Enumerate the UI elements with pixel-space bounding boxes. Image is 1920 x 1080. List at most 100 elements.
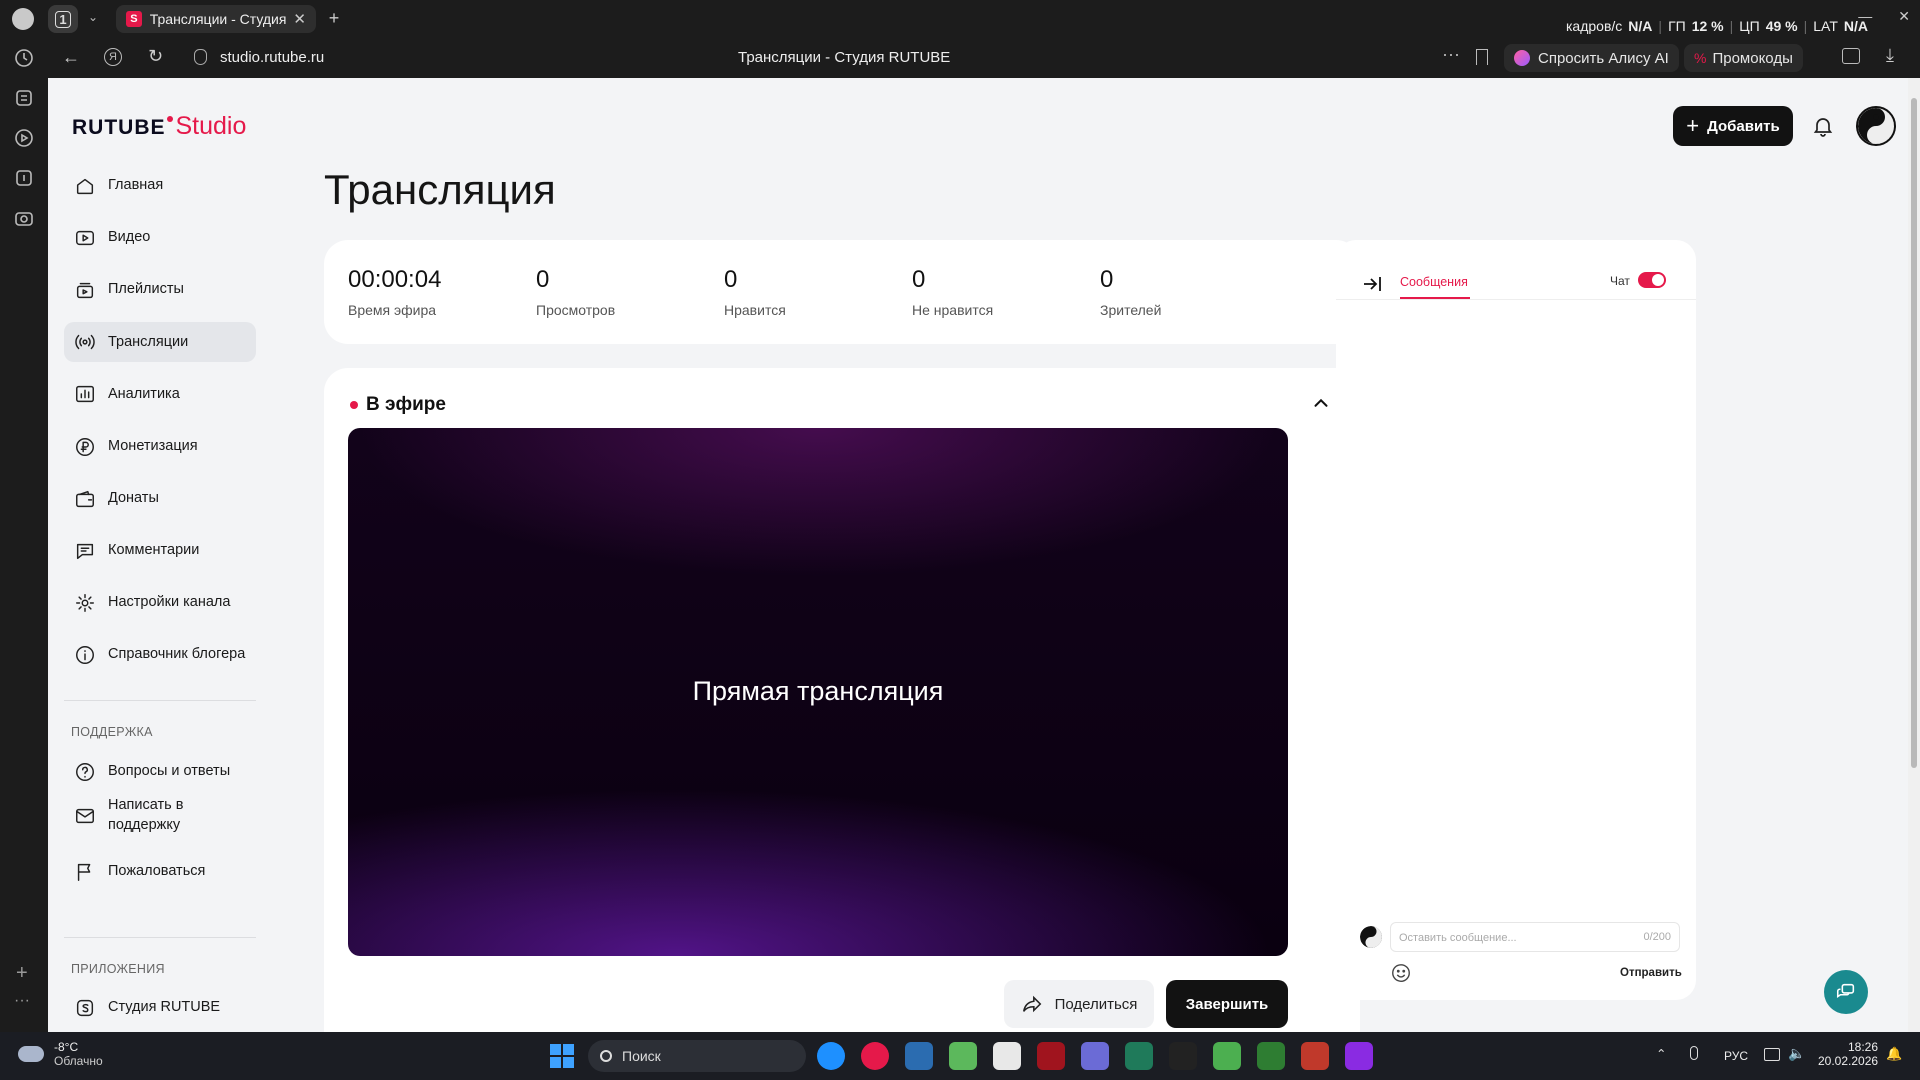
avatar[interactable] [1856,106,1896,146]
sidebar-item-analytics[interactable]: Аналитика [64,374,256,414]
app-wolf-icon[interactable] [1081,1042,1109,1070]
file-explorer-icon[interactable] [905,1042,933,1070]
info-icon [76,645,94,664]
sidebar-item-label: Трансляции [108,333,189,350]
camera-icon[interactable] [12,206,36,230]
minimize-icon[interactable]: — [1858,8,1872,30]
alice-button[interactable]: Спросить Алису AI [1504,44,1679,72]
network-icon[interactable] [1764,1048,1780,1061]
sidebar-item-question[interactable]: Вопросы и ответы [64,752,256,792]
sidebar-item-gear[interactable]: Настройки канала [64,583,256,623]
sidebar-item-label: Видео [108,229,151,246]
sidebar-item-home[interactable]: Главная [64,166,256,206]
close-tab-icon[interactable]: ✕ [293,10,306,28]
add-panel-icon[interactable]: + [16,962,28,985]
percent-icon: % [1694,50,1707,66]
tray-chevron-icon[interactable]: ⌃ [1656,1046,1666,1061]
app-ghost-icon[interactable] [993,1042,1021,1070]
scrollbar-thumb[interactable] [1911,98,1917,768]
window-controls: — ✕ [1800,8,1910,30]
minecraft-icon[interactable] [1213,1042,1241,1070]
sidebar-item-studio-app[interactable]: Студия RUTUBE [64,988,256,1028]
close-window-icon[interactable]: ✕ [1898,8,1910,30]
sidebar-item-label: Пожаловаться [108,863,206,880]
promo-button[interactable]: % Промокоды [1684,44,1803,72]
sidebar-item-label: Главная [108,177,164,194]
browser-profile-icon[interactable] [12,8,34,30]
lang-indicator[interactable]: РУС [1724,1049,1748,1063]
collections-icon[interactable] [1842,48,1860,64]
history-icon[interactable] [12,46,36,70]
support-chat-fab[interactable] [1824,970,1868,1014]
studio-app-icon [76,999,94,1017]
page-scrollbar[interactable] [1908,78,1920,1032]
collapse-panel-icon[interactable] [1360,272,1384,296]
bell-icon[interactable] [1811,114,1835,138]
taskbar-search[interactable]: Поиск [588,1040,806,1072]
tab-count: 1 [55,10,71,28]
stat-1: 0 Просмотров [536,266,615,318]
chat-bubbles-icon [1836,983,1855,999]
edge-icon[interactable] [817,1042,845,1070]
player-icon[interactable] [12,126,36,150]
reload-icon[interactable]: ↻ [148,46,163,67]
chat-input-placeholder: Оставить сообщение... [1399,932,1517,944]
finish-button[interactable]: Завершить [1166,980,1288,1028]
messages-tab[interactable]: Сообщения [1400,275,1468,289]
collapse-chevron-up-icon[interactable] [1310,392,1332,414]
active-tab[interactable]: S Трансляции - Студия R ✕ [116,5,316,33]
sidebar-item-broadcast[interactable]: Трансляции [64,322,256,363]
broadcast-icon [75,335,95,350]
live-card: В эфире Прямая трансляция Поделиться Зав… [324,368,1360,1032]
app-green-icon[interactable] [949,1042,977,1070]
tab-counter[interactable]: 1 [48,5,78,33]
sidebar-item-ruble[interactable]: Монетизация [64,427,256,467]
start-button[interactable] [550,1044,574,1068]
mail-icon [76,808,94,824]
site-security-icon[interactable] [194,49,207,65]
sidebar-item-mail[interactable]: Написать в поддержку [64,792,256,840]
mic-icon[interactable] [1690,1046,1698,1060]
panel-more-icon[interactable]: ··· [14,992,30,1010]
weather-widget[interactable]: -8°C Облачно [18,1040,103,1068]
back-icon[interactable]: ← [62,47,80,68]
bookmark-icon[interactable] [1476,49,1488,65]
clock[interactable]: 18:26 20.02.2026 [1818,1040,1878,1068]
stat-label: Просмотров [536,302,616,318]
volume-icon[interactable]: 🔈 [1788,1045,1805,1062]
new-tab-icon[interactable]: + [322,7,346,31]
app-red-icon[interactable] [1037,1042,1065,1070]
downloads-icon[interactable]: ⤓ [1886,45,1894,66]
sidebar-item-wallet[interactable]: Донаты [64,479,256,519]
sidebar-item-playlist[interactable]: Плейлисты [64,270,256,310]
more-icon[interactable]: ··· [1442,44,1460,65]
address-url[interactable]: studio.rutube.ru [220,49,324,66]
app-steam-icon[interactable] [1345,1042,1373,1070]
tabs-dropdown-icon[interactable]: ⌄ [88,10,98,24]
app-block-icon[interactable] [1257,1042,1285,1070]
chat-input[interactable]: Оставить сообщение... 0/200 [1390,922,1680,952]
add-button[interactable]: + Добавить [1673,106,1793,146]
yandex-shield-icon[interactable]: Я [104,48,122,66]
live-label: В эфире [366,394,446,415]
sidebar-item-info[interactable]: Справочник блогера [64,635,256,675]
sidebar-item-flag[interactable]: Пожаловаться [64,852,256,892]
notes-icon[interactable] [12,86,36,110]
app-skull-icon[interactable] [1301,1042,1329,1070]
app-dark-icon[interactable] [1125,1042,1153,1070]
video-player[interactable]: Прямая трансляция [348,428,1288,956]
chat-toggle[interactable] [1638,272,1666,288]
rutube-studio-page: RUTUBE Studio + Добавить ПОДДЕРЖКА ПРИЛО… [48,78,1908,1032]
yandex-browser-icon[interactable] [861,1042,889,1070]
share-button[interactable]: Поделиться [1004,980,1154,1028]
sidebar-item-label: Аналитика [108,385,180,402]
sidebar-item-comment[interactable]: Комментарии [64,531,256,571]
stat-2: 0 Нравится [724,266,786,318]
tab-one-icon[interactable] [12,166,36,190]
send-button[interactable]: Отправить [1620,967,1682,979]
sidebar-item-video[interactable]: Видео [64,218,256,258]
home-icon [76,178,94,195]
app-game-icon[interactable] [1169,1042,1197,1070]
emoji-icon[interactable] [1390,962,1412,984]
notification-bell-icon[interactable]: 🔔 [1886,1046,1902,1062]
